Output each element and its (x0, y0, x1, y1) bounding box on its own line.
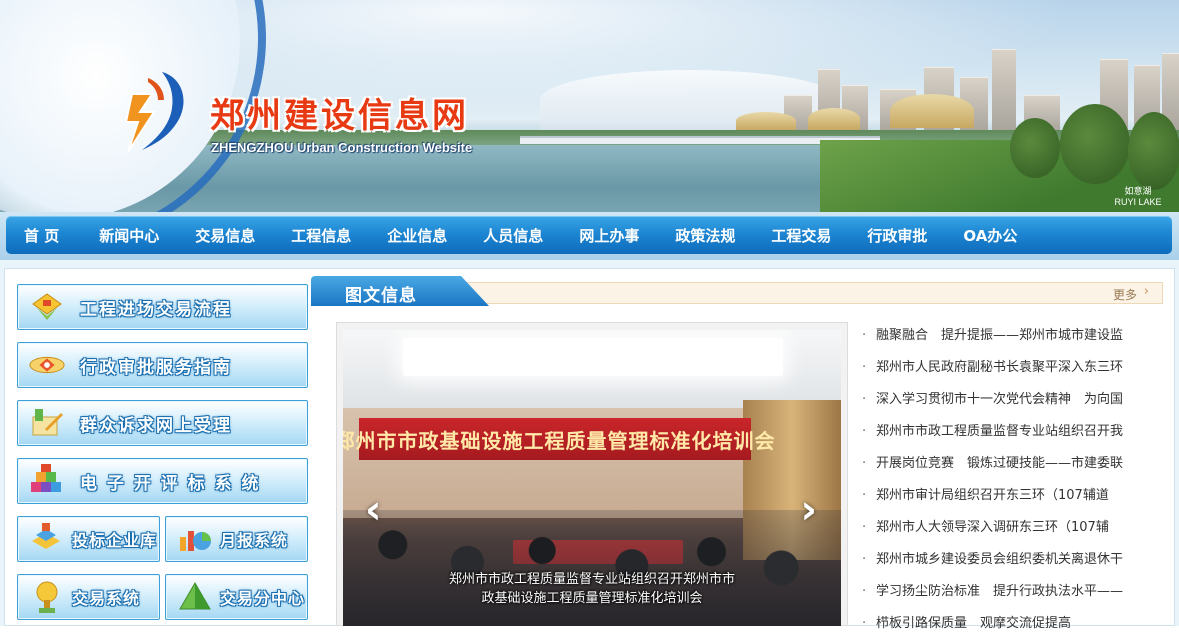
news-title[interactable]: 学习扬尘防治标准 提升行政执法水平—— (876, 584, 1123, 599)
location-label-cn: 如意湖 (1124, 186, 1152, 196)
sidebar-button-trading-sub-center[interactable]: 交易分中心 (165, 574, 308, 620)
bullet-icon: · (862, 488, 867, 503)
photo-ceiling-light (403, 338, 783, 376)
photo-meeting-banner: 郑州市市政基础设施工程质量管理标准化培训会 (343, 418, 775, 460)
sidebar-button-e-bidding-system[interactable]: 电 子 开 评 标 系 统 (17, 458, 308, 504)
cubes-icon (28, 464, 66, 498)
nav-bar-wrapper: 首 页 新闻中心 交易信息 工程信息 企业信息 人员信息 网上办事 政策法规 工… (0, 212, 1179, 260)
banner-tree (1010, 118, 1060, 178)
trophy-icon (28, 580, 66, 614)
slideshow-caption[interactable]: 郑州市市政工程质量监督专业站组织召开郑州市市 政基础设施工程质量管理标准化培训会 (343, 570, 841, 608)
list-item[interactable]: · 学习扬尘防治标准 提升行政执法水平—— (862, 578, 1162, 610)
bullet-icon: · (862, 520, 867, 535)
eye-diamond-icon (28, 348, 66, 382)
list-item[interactable]: · 郑州市市政工程质量监督专业站组织召开我 (862, 418, 1162, 450)
sidebar-button-label: 工程进场交易流程 (80, 299, 232, 320)
nav-item-administrative-approval[interactable]: 行政审批 (867, 225, 927, 246)
sidebar-button-trading-system[interactable]: 交易系统 (17, 574, 160, 620)
section-header: 图文信息 更多 › (311, 276, 1163, 306)
photo-meeting-banner-text: 郑州市市政基础设施工程质量管理标准化培训会 (343, 428, 776, 453)
news-title[interactable]: 郑州市人民政府副秘书长袁聚平深入东三环 (876, 360, 1123, 375)
nav-item-project-trading[interactable]: 工程交易 (771, 225, 831, 246)
sidebar-button-label: 群众诉求网上受理 (80, 415, 232, 436)
nav-item-oa-office[interactable]: OA办公 (963, 225, 1017, 246)
list-item[interactable]: · 郑州市人大领导深入调研东三环（107辅 (862, 514, 1162, 546)
list-item[interactable]: · 郑州市人民政府副秘书长袁聚平深入东三环 (862, 354, 1162, 386)
photo-audience (343, 510, 841, 626)
news-title[interactable]: 开展岗位竞赛 锻炼过硬技能——市建委联 (876, 456, 1123, 471)
site-subtitle: ZHENGZHOU Urban Construction Website (211, 140, 473, 155)
sidebar-button-label: 行政审批服务指南 (80, 357, 232, 378)
location-label-en: RUYI LAKE (1114, 197, 1162, 207)
news-title[interactable]: 融聚融合 提升提振——郑州市城市建设监 (876, 328, 1123, 343)
nav-item-policies[interactable]: 政策法规 (675, 225, 735, 246)
sidebar-button-bidder-database[interactable]: 投标企业库 (17, 516, 160, 562)
banner-dome (890, 94, 974, 128)
banner-tree (1128, 112, 1179, 190)
sidebar-button-monthly-report[interactable]: 月报系统 (165, 516, 308, 562)
pyramid-icon (176, 580, 214, 614)
nav-item-online-services[interactable]: 网上办事 (579, 225, 639, 246)
list-item[interactable]: · 深入学习贯彻市十一次党代会精神 为向国 (862, 386, 1162, 418)
sidebar-button-label: 月报系统 (220, 531, 289, 550)
caption-line: 郑州市市政工程质量监督专业站组织召开郑州市市 (448, 572, 735, 587)
section-title: 图文信息 (345, 286, 417, 306)
header-banner: 郑州建设信息网 ZHENGZHOU Urban Construction Web… (0, 0, 1179, 216)
sidebar-button-trade-process[interactable]: 工程进场交易流程 (17, 284, 308, 330)
bullet-icon: · (862, 584, 867, 599)
site-title[interactable]: 郑州建设信息网 (210, 88, 469, 137)
list-item[interactable]: · 郑州市审计局组织召开东三环（107辅道 (862, 482, 1162, 514)
diamond-certificate-icon (28, 290, 66, 324)
nav-item-home[interactable]: 首 页 (24, 225, 59, 246)
bullet-icon: · (862, 552, 867, 567)
bullet-icon: · (862, 328, 867, 343)
news-title[interactable]: 郑州市审计局组织召开东三环（107辅道 (876, 488, 1109, 503)
sidebar-button-label: 电 子 开 评 标 系 统 (80, 473, 261, 494)
list-item[interactable]: · 栉板引路保质量 观摩交流促提高 (862, 610, 1162, 642)
news-title[interactable]: 郑州市市政工程质量监督专业站组织召开我 (876, 424, 1123, 439)
news-title[interactable]: 郑州市城乡建设委员会组织委机关离退休干 (876, 552, 1123, 567)
news-title[interactable]: 栉板引路保质量 观摩交流促提高 (876, 616, 1071, 631)
chevron-right-icon[interactable]: › (1144, 284, 1149, 299)
slideshow-photo[interactable]: 郑州市市政基础设施工程质量管理标准化培训会 ‹ › 郑州市市政工程质量监督专业站… (343, 330, 841, 626)
building-blocks-icon (28, 522, 66, 556)
news-list: · 融聚融合 提升提振——郑州市城市建设监 · 郑州市人民政府副秘书长袁聚平深入东三… (862, 322, 1162, 642)
banner-tree (1060, 104, 1130, 184)
news-title[interactable]: 深入学习贯彻市十一次党代会精神 为向国 (876, 392, 1123, 407)
pencil-document-icon (28, 406, 66, 440)
sidebar-button-label: 投标企业库 (72, 531, 158, 550)
chevron-left-icon[interactable]: ‹ (365, 490, 381, 530)
sidebar-button-label: 交易分中心 (220, 589, 306, 608)
sidebar-button-approval-guide[interactable]: 行政审批服务指南 (17, 342, 308, 388)
bullet-icon: · (862, 616, 867, 631)
nav-item-company-info[interactable]: 企业信息 (387, 225, 447, 246)
bullet-icon: · (862, 392, 867, 407)
banner-location-label: 如意湖 RUYI LAKE (1108, 186, 1168, 208)
list-item[interactable]: · 融聚融合 提升提振——郑州市城市建设监 (862, 322, 1162, 354)
main-nav: 首 页 新闻中心 交易信息 工程信息 企业信息 人员信息 网上办事 政策法规 工… (6, 216, 1172, 254)
sidebar-button-public-appeals[interactable]: 群众诉求网上受理 (17, 400, 308, 446)
more-link[interactable]: 更多 (1113, 286, 1137, 303)
bullet-icon: · (862, 456, 867, 471)
bullet-icon: · (862, 424, 867, 439)
news-title[interactable]: 郑州市人大领导深入调研东三环（107辅 (876, 520, 1109, 535)
banner-dome (736, 112, 796, 130)
list-item[interactable]: · 开展岗位竞赛 锻炼过硬技能——市建委联 (862, 450, 1162, 482)
nav-item-personnel-info[interactable]: 人员信息 (483, 225, 543, 246)
banner-dome (808, 108, 860, 130)
chevron-right-icon[interactable]: › (801, 490, 817, 530)
nav-item-project-info[interactable]: 工程信息 (291, 225, 351, 246)
bullet-icon: · (862, 360, 867, 375)
sidebar-button-label: 交易系统 (72, 589, 141, 608)
site-logo-icon[interactable] (118, 68, 194, 158)
caption-line: 政基础设施工程质量管理标准化培训会 (481, 591, 703, 606)
banner-building (992, 49, 1016, 132)
list-item[interactable]: · 郑州市城乡建设委员会组织委机关离退休干 (862, 546, 1162, 578)
nav-item-news-center[interactable]: 新闻中心 (99, 225, 159, 246)
nav-item-trade-info[interactable]: 交易信息 (195, 225, 255, 246)
pie-chart-icon (176, 522, 214, 556)
